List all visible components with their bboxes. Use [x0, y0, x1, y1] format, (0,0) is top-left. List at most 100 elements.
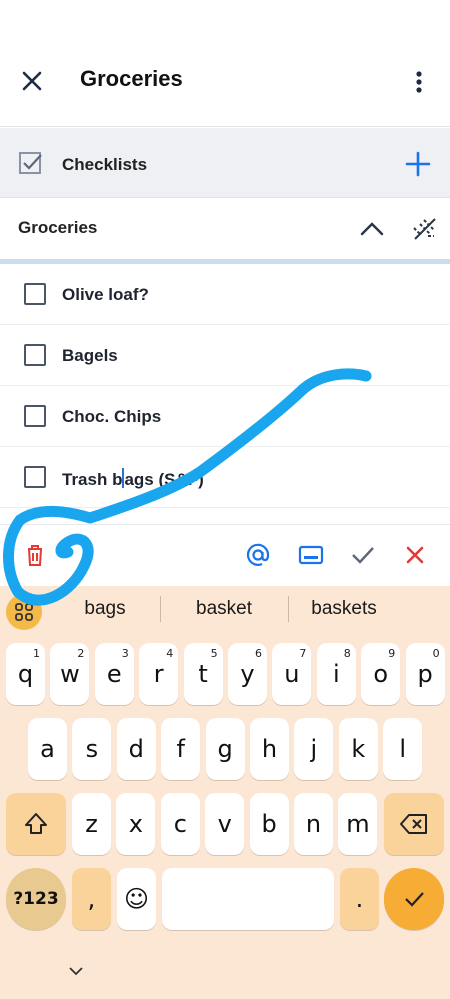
key-l[interactable]: l: [383, 718, 423, 780]
checklist-header: Groceries: [0, 199, 450, 259]
item-text[interactable]: Olive loaf?: [62, 285, 149, 305]
key-x[interactable]: x: [116, 793, 156, 855]
key-m[interactable]: m: [338, 793, 378, 855]
key-v[interactable]: v: [205, 793, 245, 855]
key-r[interactable]: r4: [139, 643, 179, 705]
item-text-after-cursor: ags (S&F): [124, 470, 204, 489]
backspace-icon: [400, 814, 427, 834]
list-item[interactable]: Olive loaf?: [0, 264, 450, 325]
key-label: h: [261, 735, 278, 763]
key-label: v: [217, 810, 232, 838]
key-label: e: [106, 660, 122, 688]
key-hint: 4: [166, 647, 174, 660]
list-item[interactable]: Choc. Chips: [0, 386, 450, 447]
key-label: d: [128, 735, 144, 763]
key-t[interactable]: t5: [183, 643, 223, 705]
symbols-key[interactable]: ?123: [6, 868, 66, 930]
trash-icon[interactable]: [20, 540, 50, 570]
key-label: o: [373, 660, 389, 688]
key-label: a: [40, 735, 55, 763]
comma-key[interactable]: ,: [72, 868, 111, 930]
list-item-editing[interactable]: Trash b ags (S&F): [0, 447, 450, 508]
key-label: r: [153, 660, 164, 688]
key-f[interactable]: f: [161, 718, 201, 780]
key-n[interactable]: n: [294, 793, 333, 855]
key-label: b: [261, 810, 277, 838]
more-vert-icon[interactable]: [406, 68, 432, 96]
key-hint: 2: [77, 647, 85, 660]
emoji-key[interactable]: ☺: [117, 868, 156, 930]
checklists-section-header: Checklists: [0, 128, 450, 198]
key-hint: 9: [388, 647, 396, 660]
page-title: Groceries: [80, 66, 183, 91]
keyboard-apps-button[interactable]: [6, 594, 42, 630]
key-a[interactable]: a: [28, 718, 67, 780]
chevron-up-icon[interactable]: [358, 216, 386, 240]
key-label: i: [332, 660, 340, 688]
key-c[interactable]: c: [160, 793, 200, 855]
suggestion-3[interactable]: baskets: [298, 598, 390, 620]
key-label: k: [351, 735, 366, 763]
sync-off-icon[interactable]: [410, 214, 440, 244]
check-icon: [405, 892, 424, 907]
key-label: q: [17, 660, 34, 688]
item-text[interactable]: Choc. Chips: [62, 407, 161, 427]
item-text-input[interactable]: Trash b ags (S&F): [62, 468, 204, 490]
item-checkbox[interactable]: [24, 405, 46, 427]
list-item[interactable]: Bagels: [0, 325, 450, 386]
suggestion-2[interactable]: basket: [170, 598, 278, 620]
at-icon[interactable]: [243, 540, 273, 570]
key-d[interactable]: d: [116, 718, 156, 780]
keyboard-icon[interactable]: [296, 540, 326, 570]
key-hint: 6: [255, 647, 262, 660]
key-hint: 7: [299, 647, 307, 660]
period-key[interactable]: .: [340, 868, 379, 930]
key-label: z: [85, 810, 98, 838]
key-hint: 0: [432, 647, 440, 660]
key-label: y: [240, 660, 255, 688]
space-key[interactable]: [162, 868, 334, 930]
key-k[interactable]: k: [338, 718, 378, 780]
key-s[interactable]: s: [72, 718, 112, 780]
suggestion-bar: bags basket baskets: [0, 586, 450, 634]
close-icon[interactable]: [17, 66, 47, 96]
item-checkbox[interactable]: [24, 283, 46, 305]
key-e[interactable]: e3: [94, 643, 134, 705]
key-label: p: [417, 660, 433, 688]
key-j[interactable]: j: [294, 718, 334, 780]
suggestion-divider: [160, 596, 161, 622]
item-text[interactable]: Bagels: [62, 346, 118, 366]
key-y[interactable]: y6: [228, 643, 267, 705]
key-g[interactable]: g: [205, 718, 245, 780]
app-bar: Groceries: [0, 0, 450, 127]
backspace-key[interactable]: [384, 793, 444, 855]
item-checkbox[interactable]: [24, 344, 46, 366]
key-label: g: [217, 735, 233, 763]
key-w[interactable]: w2: [50, 643, 90, 705]
key-label: c: [173, 810, 187, 838]
key-i[interactable]: i8: [316, 643, 356, 705]
key-b[interactable]: b: [249, 793, 289, 855]
key-label: s: [85, 735, 99, 763]
key-hint: 5: [210, 647, 218, 660]
chevron-down-icon[interactable]: [66, 964, 86, 978]
key-z[interactable]: z: [72, 793, 111, 855]
plus-icon[interactable]: [404, 150, 432, 178]
enter-key[interactable]: [384, 868, 444, 930]
suggestion-1[interactable]: bags: [60, 598, 150, 620]
item-text-before-cursor: Trash b: [62, 470, 123, 489]
key-h[interactable]: h: [250, 718, 289, 780]
grid-icon: [15, 603, 33, 621]
key-label: u: [284, 660, 300, 688]
shift-key[interactable]: [6, 793, 66, 855]
key-q[interactable]: q1: [6, 643, 45, 705]
check-icon[interactable]: [348, 540, 378, 570]
key-u[interactable]: u7: [272, 643, 312, 705]
close-icon[interactable]: [400, 540, 430, 570]
edit-toolbar: [0, 524, 450, 586]
key-o[interactable]: o9: [361, 643, 401, 705]
key-p[interactable]: p0: [405, 643, 445, 705]
item-checkbox[interactable]: [24, 466, 46, 488]
checklist-name[interactable]: Groceries: [18, 218, 97, 238]
key-label: x: [128, 810, 143, 838]
